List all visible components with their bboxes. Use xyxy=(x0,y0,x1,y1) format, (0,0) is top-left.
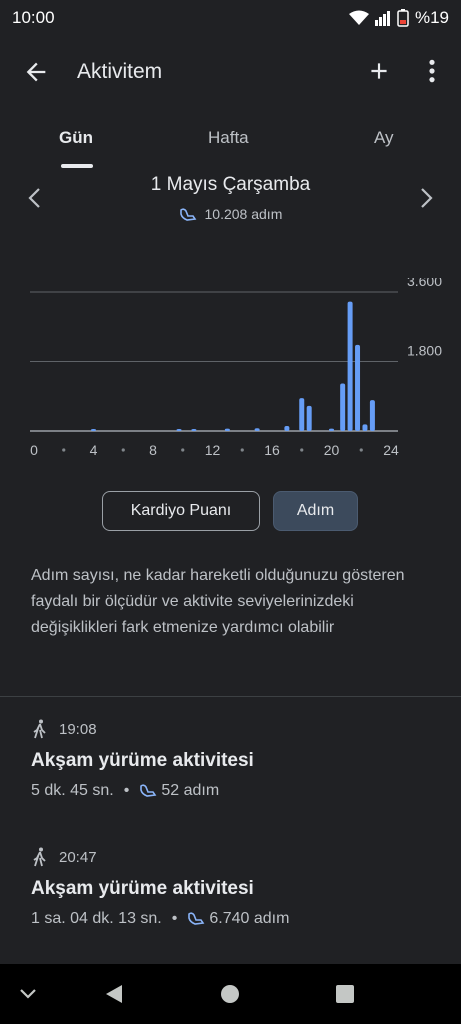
x-tick-label: 8 xyxy=(149,442,157,458)
y-tick-label: 3.600 xyxy=(407,278,442,289)
date-title: 1 Mayıs Çarşamba xyxy=(150,174,311,195)
x-tick-label: 0 xyxy=(30,442,38,458)
steps-chart: 3.600 1.800 0 4 8 12 16 20 24 xyxy=(30,278,442,458)
activity-meta: 5 dk. 45 sn. • 52 adım xyxy=(31,782,451,800)
activity-time-row: 19:08 xyxy=(31,718,451,740)
chart-bar xyxy=(362,424,368,431)
activity-time: 20:47 xyxy=(59,848,97,866)
more-vert-icon[interactable] xyxy=(424,58,440,84)
activity-meta: 1 sa. 04 dk. 13 sn. • 6.740 adım xyxy=(31,910,451,928)
chart-bar xyxy=(355,344,361,431)
chart-bar xyxy=(306,405,312,431)
activity-steps: 6.740 adım xyxy=(209,910,290,927)
activity-duration: 1 sa. 04 dk. 13 sn. xyxy=(31,910,162,927)
activity-item[interactable]: 19:08 Akşam yürüme aktivitesi 5 dk. 45 s… xyxy=(31,718,451,800)
chart-bar xyxy=(369,400,375,431)
x-minor-tick xyxy=(121,448,125,452)
status-time: 10:00 xyxy=(12,8,55,27)
app-bar: Aktivitem xyxy=(0,36,461,108)
chevron-right-icon[interactable] xyxy=(417,186,435,210)
chart-bar xyxy=(329,428,334,431)
x-tick-label: 12 xyxy=(205,442,221,458)
tab-week[interactable]: Hafta xyxy=(208,128,249,148)
steps-button[interactable]: Adım xyxy=(273,491,358,531)
x-tick-label: 16 xyxy=(264,442,280,458)
tab-indicator xyxy=(61,164,93,168)
status-bar: 10:00 %19 xyxy=(0,0,461,36)
recents-square-icon[interactable] xyxy=(335,984,355,1004)
x-minor-tick xyxy=(240,448,244,452)
x-tick-label: 20 xyxy=(324,442,340,458)
chart-bar xyxy=(284,425,290,431)
page-title: Aktivitem xyxy=(77,60,163,83)
wifi-icon xyxy=(348,10,369,25)
home-circle-icon[interactable] xyxy=(219,983,241,1005)
steps-icon xyxy=(188,912,205,925)
x-minor-tick xyxy=(62,448,66,452)
battery-icon xyxy=(397,9,409,27)
day-steps-value: 10.208 adım xyxy=(204,206,283,222)
activity-name: Akşam yürüme aktivitesi xyxy=(31,878,254,899)
activity-steps: 52 adım xyxy=(161,782,220,799)
x-minor-tick xyxy=(181,448,185,452)
divider xyxy=(0,696,461,697)
battery-percent: %19 xyxy=(414,8,449,27)
walk-icon xyxy=(33,719,46,739)
x-tick-label: 4 xyxy=(90,442,98,458)
system-nav-bar xyxy=(0,964,461,1024)
tab-month[interactable]: Ay xyxy=(374,128,394,148)
activity-time: 19:08 xyxy=(59,720,97,738)
activity-item[interactable]: 20:47 Akşam yürüme aktivitesi 1 sa. 04 d… xyxy=(31,846,451,928)
x-minor-tick xyxy=(359,448,363,452)
back-triangle-icon[interactable] xyxy=(103,983,125,1005)
chart-bar xyxy=(191,429,197,431)
separator-dot: • xyxy=(171,910,178,927)
status-icons: %19 xyxy=(348,8,449,28)
x-minor-tick xyxy=(300,448,304,452)
steps-description: Adım sayısı, ne kadar hareketli olduğunu… xyxy=(31,567,405,636)
activity-name: Akşam yürüme aktivitesi xyxy=(31,750,254,771)
y-tick-label: 1.800 xyxy=(407,343,442,359)
metric-toggle: Kardiyo Puanı Adım xyxy=(0,491,461,533)
tab-day[interactable]: Gün xyxy=(59,128,93,148)
walk-icon xyxy=(33,847,46,867)
signal-icon xyxy=(374,11,390,26)
chart-bar xyxy=(347,301,353,431)
chart-bar xyxy=(176,429,182,431)
chart-bar xyxy=(299,398,305,431)
chart-bar xyxy=(254,428,260,431)
chart-bar xyxy=(91,429,96,431)
day-steps-summary: 10.208 adım xyxy=(0,206,461,222)
activity-duration: 5 dk. 45 sn. xyxy=(31,782,114,799)
add-icon[interactable] xyxy=(366,58,392,84)
back-arrow-icon[interactable] xyxy=(22,58,50,86)
steps-icon xyxy=(179,208,197,222)
period-tabs: Gün Hafta Ay xyxy=(0,108,461,168)
cardio-points-button[interactable]: Kardiyo Puanı xyxy=(102,491,260,531)
chart-bar xyxy=(224,428,230,431)
steps-icon xyxy=(140,784,157,797)
date-navigator: 1 Mayıs Çarşamba 10.208 adım xyxy=(0,172,461,236)
chevron-down-icon[interactable] xyxy=(18,986,38,1002)
x-tick-label: 24 xyxy=(383,442,399,458)
chart-bar xyxy=(340,383,346,431)
activity-time-row: 20:47 xyxy=(31,846,451,868)
separator-dot: • xyxy=(123,782,130,799)
